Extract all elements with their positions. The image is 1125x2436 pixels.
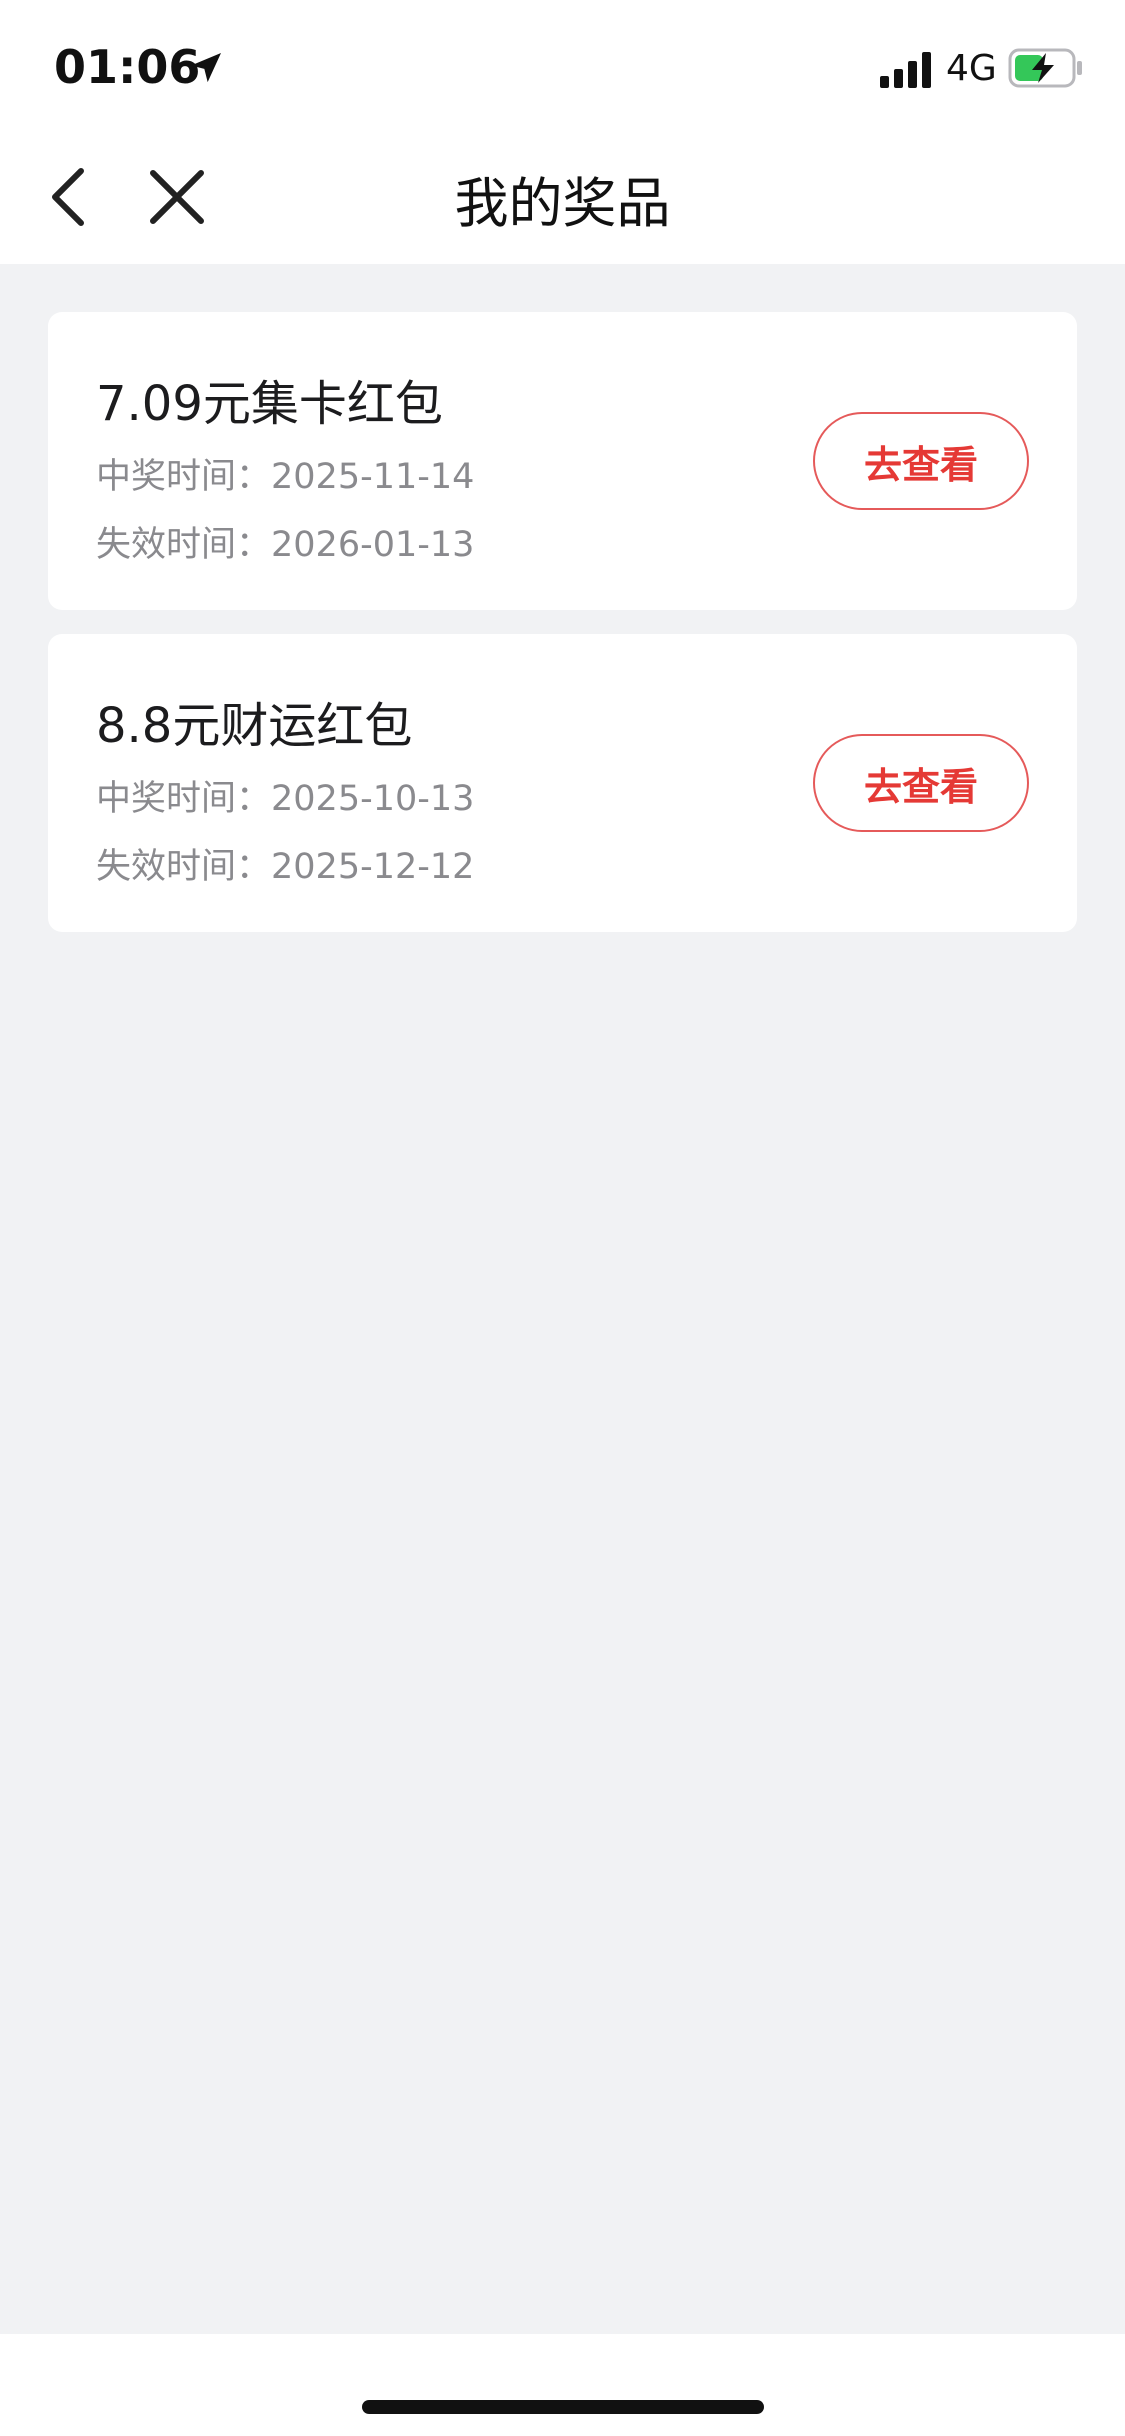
win-time-value: 2025-11-14 <box>271 457 475 497</box>
win-time-value: 2025-10-13 <box>271 779 475 819</box>
navigation-bar: 我的奖品 <box>0 132 1125 264</box>
close-button[interactable] <box>132 152 222 242</box>
prize-name: 7.09元集卡红包 <box>96 376 443 432</box>
expire-time-row: 失效时间：2026-01-13 <box>96 516 474 567</box>
expire-time-row: 失效时间：2025-12-12 <box>96 838 474 889</box>
win-time-label: 中奖时间： <box>96 779 272 819</box>
chevron-left-icon <box>52 168 84 226</box>
win-time-row: 中奖时间：2025-11-14 <box>96 448 474 499</box>
status-bar: 01:06 4G <box>0 0 1125 132</box>
location-arrow-icon <box>191 53 221 83</box>
bottom-safe-area <box>0 2334 1125 2436</box>
home-indicator[interactable] <box>362 2400 764 2414</box>
prizes-screen: 01:06 4G 我的奖品 7.09元集卡红包 中奖时间：2025-11-14 … <box>0 0 1125 2436</box>
prize-card: 7.09元集卡红包 中奖时间：2025-11-14 失效时间：2026-01-1… <box>48 312 1077 610</box>
view-prize-button[interactable]: 去查看 <box>813 734 1029 832</box>
win-time-row: 中奖时间：2025-10-13 <box>96 770 474 821</box>
network-label: 4G <box>946 48 997 89</box>
win-time-label: 中奖时间： <box>96 457 272 497</box>
prize-list: 7.09元集卡红包 中奖时间：2025-11-14 失效时间：2026-01-1… <box>48 312 1077 956</box>
status-time: 01:06 <box>54 40 201 94</box>
prize-card: 8.8元财运红包 中奖时间：2025-10-13 失效时间：2025-12-12… <box>48 634 1077 932</box>
view-prize-button[interactable]: 去查看 <box>813 412 1029 510</box>
close-icon <box>150 170 204 224</box>
back-button[interactable] <box>24 152 114 242</box>
expire-time-value: 2026-01-13 <box>271 525 475 565</box>
expire-time-label: 失效时间： <box>96 525 272 565</box>
signal-icon <box>880 52 931 88</box>
battery-charging-icon <box>1008 48 1082 88</box>
expire-time-value: 2025-12-12 <box>271 847 475 887</box>
expire-time-label: 失效时间： <box>96 847 272 887</box>
prize-name: 8.8元财运红包 <box>96 698 413 754</box>
